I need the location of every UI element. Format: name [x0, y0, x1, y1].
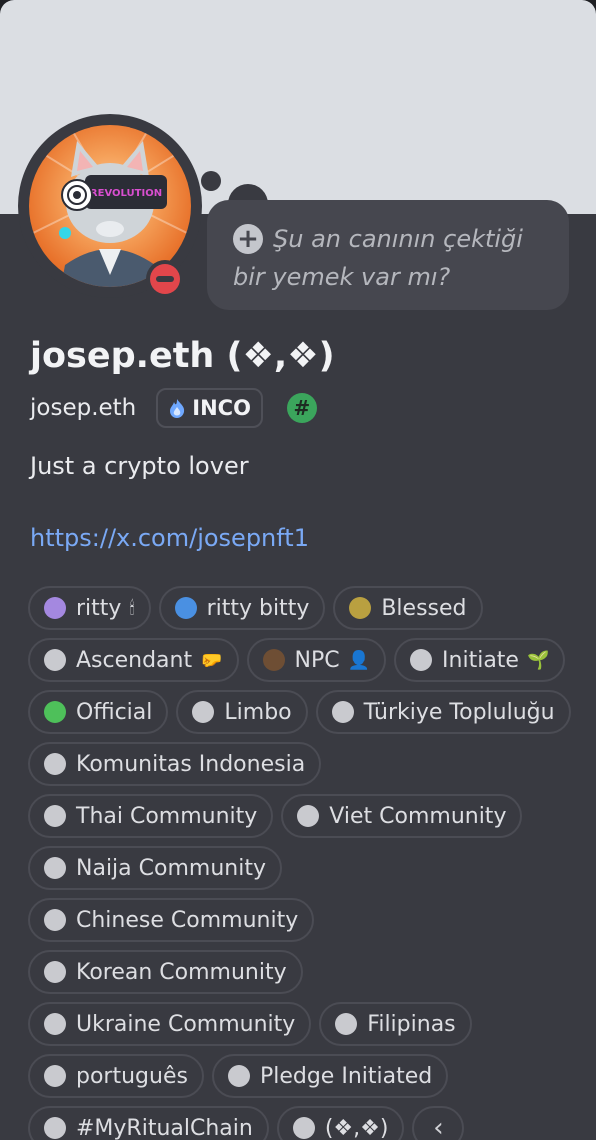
role-color-dot — [297, 805, 320, 827]
role-pill[interactable]: Komunitas Indonesia — [28, 742, 322, 786]
role-label: português — [76, 1063, 188, 1089]
blue-flame-icon — [170, 399, 185, 418]
role-color-dot — [192, 701, 215, 723]
custom-status-text: Şu an canının çektiği bir yemek var mı? — [233, 225, 523, 291]
role-color-dot — [44, 701, 66, 723]
role-color-dot — [44, 1013, 66, 1035]
username[interactable]: josep.eth — [30, 395, 136, 421]
profile-link[interactable]: https://x.com/josepnft1 — [30, 524, 309, 552]
role-color-dot — [331, 701, 354, 723]
role-emoji-icon: 🕯 — [129, 597, 135, 619]
role-pill[interactable]: Ascendant 🤛 — [28, 638, 239, 682]
role-label: Komunitas Indonesia — [76, 751, 306, 777]
thought-bubble-dot-small — [201, 171, 221, 191]
display-name: josep.eth (❖,❖) — [30, 336, 335, 376]
role-label: (❖,❖) — [324, 1115, 389, 1140]
role-label: Türkiye Topluluğu — [363, 699, 555, 725]
role-color-dot — [335, 1013, 358, 1035]
role-pill[interactable]: NPC 👤 — [246, 638, 387, 682]
role-color-dot — [44, 597, 66, 619]
role-pill[interactable]: Naija Community — [28, 846, 282, 890]
roles-list: ritty 🕯 ritty bitty Blessed Ascendant 🤛 NPC 👤 In… — [28, 586, 573, 1140]
role-color-dot — [44, 649, 66, 671]
role-color-dot — [227, 1065, 250, 1087]
role-pill[interactable]: Filipinas — [319, 1002, 472, 1046]
role-pill[interactable]: Pledge Initiated — [211, 1054, 449, 1098]
role-label: Blessed — [381, 595, 467, 621]
role-pill[interactable]: Initiate 🌱 — [394, 638, 566, 682]
role-color-dot — [44, 909, 66, 931]
role-label: Initiate — [442, 647, 519, 673]
role-label: Chinese Community — [76, 907, 299, 933]
custom-status-bubble[interactable]: + Şu an canının çektiği bir yemek var mı… — [207, 200, 569, 310]
role-color-dot — [44, 753, 66, 775]
role-pill[interactable]: Viet Community — [281, 794, 523, 838]
guild-tag-label: INCO — [192, 396, 251, 420]
role-label: Limbo — [224, 699, 292, 725]
role-color-dot — [44, 1117, 66, 1139]
role-label: Ukraine Community — [76, 1011, 296, 1037]
role-pill[interactable]: Official — [28, 690, 169, 734]
role-color-dot — [292, 1117, 315, 1139]
role-pill[interactable]: Ukraine Community — [28, 1002, 312, 1046]
role-color-dot — [349, 597, 372, 619]
role-label: #MyRitualChain — [76, 1115, 253, 1140]
role-pill[interactable]: Limbo — [176, 690, 308, 734]
role-pill[interactable]: Thai Community — [28, 794, 274, 838]
role-pill[interactable]: ritty bitty — [158, 586, 326, 630]
role-emoji-icon: 👤 — [347, 649, 371, 671]
role-label: Pledge Initiated — [259, 1063, 433, 1089]
role-color-dot — [410, 649, 433, 671]
role-pill[interactable]: Chinese Community — [28, 898, 315, 942]
role-pill[interactable]: (❖,❖) — [276, 1106, 405, 1140]
role-pill[interactable]: Blessed — [333, 586, 483, 630]
role-emoji-icon: 🌱 — [526, 649, 550, 671]
role-label: Korean Community — [76, 959, 287, 985]
avatar-visor-text: REVOLUTION — [90, 188, 162, 199]
role-label: NPC — [294, 647, 340, 673]
role-color-dot — [174, 597, 197, 619]
role-pill[interactable]: Korean Community — [28, 950, 303, 994]
role-color-dot — [44, 1065, 66, 1087]
role-label: Filipinas — [367, 1011, 456, 1037]
role-color-dot — [262, 649, 285, 671]
role-label: Naija Community — [76, 855, 266, 881]
hashtag-badge-icon[interactable]: # — [286, 393, 317, 423]
role-pill[interactable]: Türkiye Topluluğu — [315, 690, 571, 734]
role-color-dot — [44, 961, 66, 983]
role-color-dot — [44, 805, 66, 827]
role-emoji-icon: 🤛 — [200, 649, 223, 671]
bio-text: Just a crypto lover — [30, 452, 249, 480]
role-pill[interactable]: #MyRitualChain — [28, 1106, 269, 1140]
role-color-dot — [44, 857, 66, 879]
role-pill[interactable]: português — [28, 1054, 204, 1098]
role-pill[interactable]: ritty 🕯 — [28, 586, 151, 630]
role-label: ritty bitty — [206, 595, 310, 621]
role-label: Viet Community — [329, 803, 507, 829]
dnd-status-indicator — [146, 260, 184, 298]
role-label: Thai Community — [76, 803, 258, 829]
chevron-left-icon[interactable]: ‹ — [412, 1106, 465, 1140]
guild-tag[interactable]: INCO — [156, 388, 263, 428]
username-row: josep.eth INCO # — [30, 388, 317, 428]
role-label: ritty — [76, 595, 122, 621]
role-label: Official — [76, 699, 153, 725]
role-label: Ascendant — [76, 647, 193, 673]
profile-card: REVOLUTION + Şu an canının çektiği bir y… — [0, 0, 596, 1140]
